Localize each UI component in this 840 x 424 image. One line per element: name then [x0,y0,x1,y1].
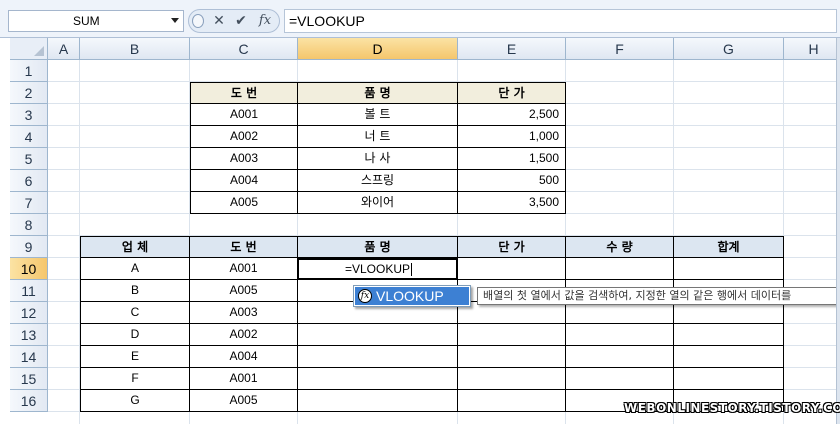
lookup-header-cell[interactable]: 단 가 [458,82,566,104]
worksheet: ABCDEFGH 1 2 3 4 5 6 7 8 9 10 11 12 13 14 15 16 도 번품 명단… [10,38,840,424]
function-tooltip: 배열의 첫 열에서 값을 검색하여, 지정한 열의 같은 행에서 데이터를 [477,287,839,305]
order-header-cell[interactable]: 업 체 [80,236,190,258]
column-header-d[interactable]: D [298,38,458,60]
row-header-10[interactable]: 10 [10,258,48,280]
lookup-cell[interactable]: 1,000 [458,126,566,148]
order-cell[interactable] [458,258,566,280]
order-cell[interactable] [566,346,674,368]
row-header-14[interactable]: 14 [10,346,48,368]
row-header-6[interactable]: 6 [10,170,48,192]
order-cell[interactable] [566,324,674,346]
order-cell[interactable] [674,324,784,346]
lookup-cell[interactable]: 너 트 [298,126,458,148]
lookup-cell[interactable]: 500 [458,170,566,192]
column-header-h[interactable]: H [784,38,840,60]
lookup-cell[interactable]: 2,500 [458,104,566,126]
row-header-9[interactable]: 9 [10,236,48,258]
column-header-a[interactable]: A [48,38,80,60]
watermark: WEBONLINESTORY.TISTORY.COM [624,401,840,415]
order-cell[interactable] [458,324,566,346]
order-cell[interactable] [458,390,566,412]
text-caret [411,263,413,277]
order-header-cell[interactable]: 합계 [674,236,784,258]
row-header-7[interactable]: 7 [10,192,48,214]
column-header-c[interactable]: C [190,38,298,60]
row-header-5[interactable]: 5 [10,148,48,170]
window-frame-right [836,38,840,424]
order-cell[interactable]: D [80,324,190,346]
name-box[interactable]: SUM [8,10,184,32]
order-cell[interactable]: G [80,390,190,412]
enter-icon[interactable]: ✔ [232,11,250,31]
row-header-15[interactable]: 15 [10,368,48,390]
cancel-icon[interactable]: ✕ [210,11,228,31]
order-cell[interactable] [674,258,784,280]
lookup-cell[interactable]: 3,500 [458,192,566,214]
order-cell[interactable] [298,368,458,390]
order-cell[interactable]: A005 [190,280,298,302]
column-header-e[interactable]: E [458,38,566,60]
order-cell[interactable] [566,302,674,324]
function-icon: fx [358,289,372,303]
order-cell[interactable]: A [80,258,190,280]
row-header-1[interactable]: 1 [10,60,48,82]
order-cell[interactable]: A002 [190,324,298,346]
order-cell[interactable] [566,368,674,390]
row-header-16[interactable]: 16 [10,390,48,412]
order-cell[interactable]: A003 [190,302,298,324]
order-cell[interactable] [566,258,674,280]
lookup-cell[interactable]: A003 [190,148,298,170]
row-header-2[interactable]: 2 [10,82,48,104]
order-cell[interactable] [458,346,566,368]
order-cell[interactable]: E [80,346,190,368]
lookup-cell[interactable]: 스프링 [298,170,458,192]
row-header-11[interactable]: 11 [10,280,48,302]
select-all-icon [34,46,44,56]
order-cell[interactable]: A001 [190,258,298,280]
row-header-4[interactable]: 4 [10,126,48,148]
active-cell-text: =VLOOKUP [345,262,411,276]
order-header-cell[interactable]: 단 가 [458,236,566,258]
order-cell[interactable]: F [80,368,190,390]
lookup-cell[interactable]: 와이어 [298,192,458,214]
lookup-cell[interactable]: A004 [190,170,298,192]
column-header-g[interactable]: G [674,38,784,60]
order-cell[interactable] [298,346,458,368]
order-cell[interactable]: A004 [190,346,298,368]
name-box-dropdown-icon[interactable] [171,18,179,23]
order-cell[interactable] [458,368,566,390]
order-cell[interactable] [674,302,784,324]
order-cell[interactable] [674,346,784,368]
order-cell[interactable]: A005 [190,390,298,412]
row-header-13[interactable]: 13 [10,324,48,346]
autocomplete-item-label[interactable]: VLOOKUP [376,286,444,306]
order-cell[interactable]: A001 [190,368,298,390]
active-cell[interactable]: =VLOOKUP [297,258,458,280]
order-header-cell[interactable]: 수 량 [566,236,674,258]
lookup-cell[interactable]: A001 [190,104,298,126]
order-cell[interactable]: C [80,302,190,324]
lookup-cell[interactable]: 볼 트 [298,104,458,126]
lookup-cell[interactable]: 나 사 [298,148,458,170]
lookup-header-cell[interactable]: 도 번 [190,82,298,104]
lookup-cell[interactable]: 1,500 [458,148,566,170]
order-header-cell[interactable]: 품 명 [298,236,458,258]
order-cell[interactable] [298,390,458,412]
column-header-b[interactable]: B [80,38,190,60]
row-header-8[interactable]: 8 [10,214,48,236]
order-header-cell[interactable]: 도 번 [190,236,298,258]
order-cell[interactable] [674,368,784,390]
grip-icon[interactable] [192,14,204,28]
row-header-3[interactable]: 3 [10,104,48,126]
lookup-cell[interactable]: A005 [190,192,298,214]
order-cell[interactable]: B [80,280,190,302]
row-header-12[interactable]: 12 [10,302,48,324]
formula-input[interactable]: =VLOOKUP [284,9,837,33]
order-cell[interactable] [458,302,566,324]
order-cell[interactable] [298,324,458,346]
lookup-cell[interactable]: A002 [190,126,298,148]
lookup-header-cell[interactable]: 품 명 [298,82,458,104]
insert-function-icon[interactable]: fx [254,11,276,31]
column-header-f[interactable]: F [566,38,674,60]
